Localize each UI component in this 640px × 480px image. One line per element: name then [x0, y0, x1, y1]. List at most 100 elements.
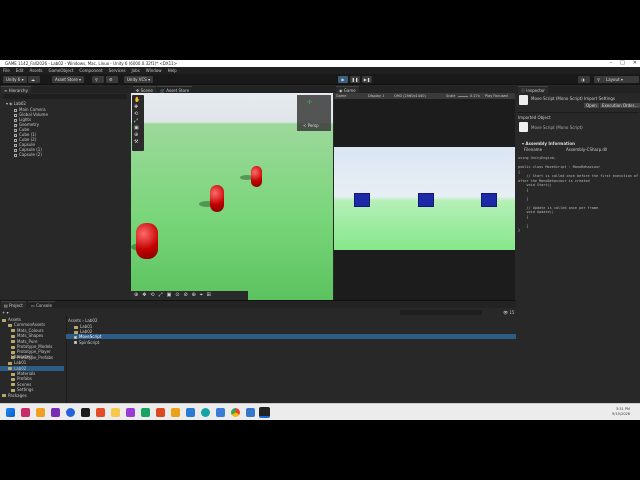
app-icon[interactable] [216, 408, 225, 417]
folder-tree-item[interactable]: CommonAssets [0, 322, 64, 327]
app-icon[interactable] [246, 408, 255, 417]
maximize-icon[interactable]: □ [620, 60, 625, 67]
menu-item-component[interactable]: Component [79, 67, 102, 74]
cloud-services-icon[interactable]: ◑ [578, 76, 590, 83]
app-icon[interactable] [51, 408, 60, 417]
scene-overlay-toolbar[interactable]: ⊕✥⟲⤢▣⊙⊘⊕⌖⊞ [131, 291, 248, 300]
folder-tree-item[interactable]: Settings [0, 387, 64, 392]
play-button[interactable]: ▶ [338, 76, 348, 83]
cloud-icon[interactable]: ☁ [28, 76, 40, 83]
folder-icon [11, 388, 15, 392]
close-icon[interactable]: ✕ [633, 60, 637, 67]
app-icon[interactable] [171, 408, 180, 417]
unity-icon[interactable] [259, 407, 270, 418]
tab-game[interactable]: ◉ Game [336, 86, 359, 93]
app-icon[interactable] [96, 408, 105, 417]
start-icon[interactable] [6, 408, 15, 417]
persp-label[interactable]: < Persp [303, 123, 319, 128]
scene-root[interactable]: ▾ ◈ Lab02 [0, 101, 130, 106]
tab-hierarchy[interactable]: ≡ Hierarchy [1, 86, 31, 93]
folder-tree-item[interactable]: Packages [0, 393, 64, 398]
display-dropdown[interactable]: Display 1 [368, 93, 384, 99]
folder-tree-item[interactable]: Materials [0, 371, 64, 376]
folder-label: Assets [8, 317, 22, 322]
app-icon[interactable] [36, 408, 45, 417]
folder-icon [11, 345, 15, 349]
hierarchy-item[interactable]: Capsule (2) [0, 152, 130, 157]
version-control-button[interactable]: Unity VCS ▾ [124, 76, 154, 83]
menu-item-gameobject[interactable]: GameObject [48, 67, 73, 74]
account-button[interactable]: Unity 6 ▾ [3, 76, 27, 83]
folder-tree-item[interactable]: Mats_Pure [0, 339, 64, 344]
folder-icon [8, 323, 12, 327]
minimize-icon[interactable]: – [610, 60, 613, 67]
game-panel: ◉ Game Game Display 1 QHD (2560x1440) Sc… [334, 86, 515, 300]
resolution-dropdown[interactable]: QHD (2560x1440) [394, 93, 426, 99]
app-icon[interactable] [66, 408, 75, 417]
app-icon[interactable] [141, 408, 150, 417]
search-icon[interactable]: ⚲ [92, 76, 104, 83]
folder-tree-item[interactable]: Scenes [0, 382, 64, 387]
menu-item-jobs[interactable]: Jobs [132, 67, 140, 74]
asset-title: Move Script (Mono Script) [531, 125, 583, 130]
axis-gizmo-icon[interactable]: ✢ [307, 99, 312, 106]
breadcrumb-item[interactable]: Lab02 [85, 318, 97, 323]
folder-tree-item[interactable]: Prototype_Models [0, 344, 64, 349]
folder-icon [11, 377, 15, 381]
pause-button[interactable]: ❚❚ [350, 76, 360, 83]
tab-console[interactable]: ▭ Console [28, 301, 55, 308]
play-focused-dropdown[interactable]: Play Focused [485, 93, 508, 99]
app-icon[interactable] [81, 408, 90, 417]
assembly-info-foldout[interactable]: ▾ Assembly Information [522, 141, 575, 146]
file-explorer-icon[interactable] [111, 408, 120, 417]
capsule-object[interactable] [251, 166, 262, 187]
folder-label: CommonAssets [14, 322, 46, 328]
step-button[interactable]: ▶❚ [362, 76, 372, 83]
folder-label: Prefabs [17, 376, 32, 382]
folder-icon [11, 383, 15, 387]
filename-label: Filename [524, 147, 543, 152]
tab-inspector[interactable]: ⓘ Inspector [518, 86, 548, 93]
tab-scene[interactable]: ✥ Scene [133, 86, 156, 93]
app-icon[interactable] [21, 408, 30, 417]
folder-tree-item[interactable]: Prototype_Prefabs [0, 355, 64, 360]
app-icon[interactable] [126, 408, 135, 417]
scene-viewport[interactable]: ✋ ✥ ⟲ ⤢ ▣ ⊕ ⚒ ✢ < Persp ⊕✥⟲⤢▣⊙⊘⊕⌖⊞ [131, 93, 333, 300]
app-icon[interactable] [186, 408, 195, 417]
game-viewport[interactable] [334, 147, 515, 250]
folder-tree-item[interactable]: Assets [0, 317, 64, 322]
transform-tool-icons[interactable]: ✋ ✥ ⟲ ⤢ ▣ ⊕ ⚒ [134, 97, 140, 146]
tab-asset-store[interactable]: 🛒 Asset Store [157, 86, 193, 93]
chrome-icon[interactable] [231, 408, 240, 417]
menu-item-window[interactable]: Window [146, 67, 162, 74]
layout-button[interactable]: Layout ▾ [603, 76, 639, 83]
project-search-input[interactable] [400, 310, 482, 315]
hierarchy-search-input[interactable] [3, 94, 127, 99]
asset-list-item[interactable]: SpinScript [66, 340, 516, 345]
folder-tree-item[interactable]: Prototype_Player Characters [0, 349, 64, 359]
folder-tree-item[interactable]: Lab01 [0, 360, 64, 365]
folder-tree-item[interactable]: Prefabs [0, 376, 64, 381]
folder-tree-item[interactable]: Lab02 [0, 365, 64, 371]
tab-project[interactable]: ▤ Project [1, 301, 26, 308]
breadcrumb-item[interactable]: Assets [68, 318, 81, 323]
capsule-object[interactable] [210, 185, 224, 212]
menu-item-services[interactable]: Services [109, 67, 126, 74]
add-asset-button[interactable]: + ▾ [2, 310, 9, 315]
asset-store-button[interactable]: Asset Store ▾ [52, 76, 85, 83]
folder-tree-item[interactable]: Mats_Colours [0, 328, 64, 333]
app-icon[interactable] [156, 408, 165, 417]
folder-tree-item[interactable]: Mats_Shapes [0, 333, 64, 338]
execution-order-button[interactable]: Execution Order... [600, 103, 640, 108]
folder-icon [8, 361, 12, 365]
edge-icon[interactable] [201, 408, 210, 417]
menu-item-file[interactable]: File [3, 67, 10, 74]
open-button[interactable]: Open [584, 103, 599, 108]
capsule-object[interactable] [136, 223, 158, 259]
menu-item-edit[interactable]: Edit [16, 67, 24, 74]
game-mode-dropdown[interactable]: Game [336, 93, 346, 99]
menu-item-help[interactable]: Help [168, 67, 177, 74]
gear-icon[interactable]: ⚙ [106, 76, 118, 83]
menu-item-assets[interactable]: Assets [29, 67, 42, 74]
clock[interactable]: 3:31 PM 9/15/2026 [600, 407, 630, 417]
